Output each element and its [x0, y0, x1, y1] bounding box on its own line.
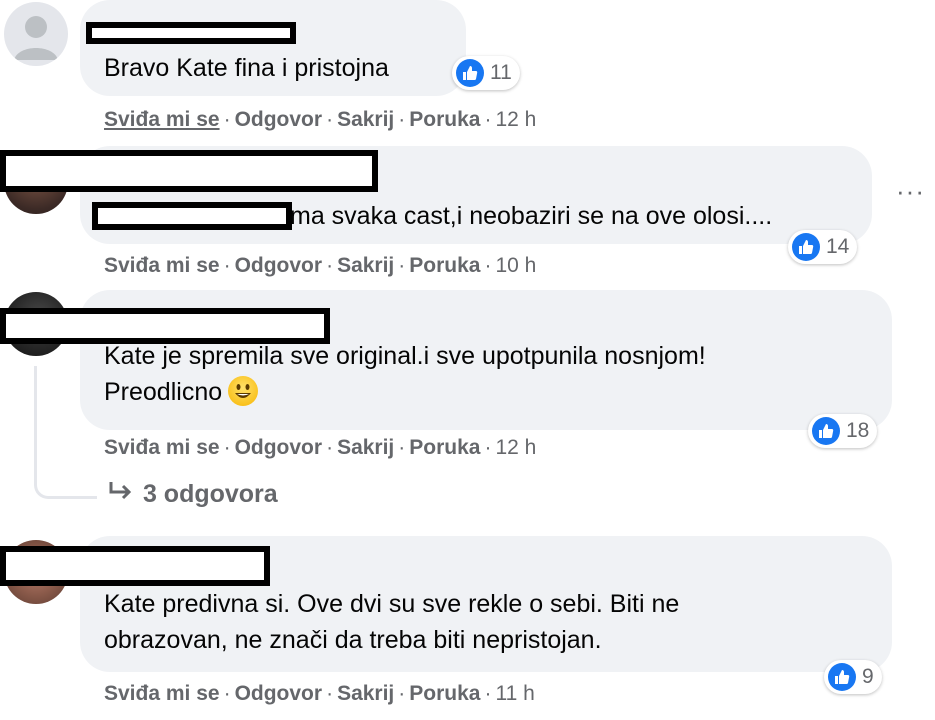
reaction-count[interactable]: 11	[452, 56, 520, 90]
like-link[interactable]: Sviđa mi se	[104, 682, 220, 705]
message-link[interactable]: Poruka	[409, 436, 480, 459]
comment-text-line-2: Preodlicno	[104, 374, 259, 410]
timestamp[interactable]: 12 h	[495, 108, 536, 131]
hide-link[interactable]: Sakrij	[337, 682, 394, 705]
comment-3: Kate je spremila sve original.i sve upot…	[0, 290, 935, 530]
comment-actions: Sviđa mi se · Odgovor · Sakrij · Poruka · 10 h	[104, 254, 537, 277]
hide-link[interactable]: Sakrij	[337, 108, 394, 131]
reaction-count[interactable]: 14	[788, 230, 858, 264]
redacted-author-name	[0, 308, 330, 344]
comment-actions: Sviđa mi se · Odgovor · Sakrij · Poruka · 12 h	[104, 108, 537, 131]
reaction-count[interactable]: 9	[824, 660, 882, 694]
view-replies-link[interactable]: 3 odgovora	[108, 480, 278, 509]
like-icon	[828, 663, 856, 691]
reaction-number: 9	[862, 665, 874, 688]
hide-link[interactable]: Sakrij	[337, 436, 394, 459]
default-avatar-icon	[14, 16, 58, 60]
redacted-author-name	[86, 22, 296, 44]
like-link[interactable]: Sviđa mi se	[104, 436, 220, 459]
grinning-emoji-icon	[228, 376, 259, 406]
message-link[interactable]: Poruka	[409, 108, 480, 131]
like-link[interactable]: Sviđa mi se	[104, 254, 220, 277]
comment-text: ma svaka cast,i neobaziri se na ove olos…	[290, 202, 773, 230]
comment-text-line-1: Kate predivna si. Ove dvi su sve rekle o…	[104, 590, 680, 618]
comment-2: ma svaka cast,i neobaziri se na ove olos…	[0, 140, 935, 290]
reaction-count[interactable]: 18	[808, 414, 878, 448]
like-icon	[456, 59, 484, 87]
timestamp[interactable]: 10 h	[495, 254, 536, 277]
comment-4: Kate predivna si. Ove dvi su sve rekle o…	[0, 536, 935, 720]
comment-text: Bravo Kate fina i pristojna	[104, 54, 389, 82]
timestamp[interactable]: 11 h	[495, 682, 534, 705]
comment-actions: Sviđa mi se · Odgovor · Sakrij · Poruka · 12 h	[104, 436, 537, 459]
reply-arrow-icon	[108, 480, 136, 509]
comment-actions: Sviđa mi se · Odgovor · Sakrij · Poruka · 11 h	[104, 682, 535, 705]
like-link[interactable]: Sviđa mi se	[104, 108, 220, 131]
hide-link[interactable]: Sakrij	[337, 254, 394, 277]
redacted-author-name	[0, 546, 270, 586]
like-icon	[812, 417, 840, 445]
comment-bubble: Bravo Kate fina i pristojna	[80, 0, 466, 96]
timestamp[interactable]: 12 h	[495, 436, 536, 459]
reaction-number: 14	[826, 235, 850, 258]
message-link[interactable]: Poruka	[409, 682, 480, 705]
redacted-author-name	[0, 150, 378, 192]
comment-text-line-2: obrazovan, ne znači da treba biti nepris…	[104, 626, 602, 654]
reaction-number: 11	[490, 61, 512, 84]
reaction-number: 18	[846, 419, 870, 442]
message-link[interactable]: Poruka	[409, 254, 480, 277]
reply-link[interactable]: Odgovor	[235, 108, 323, 131]
like-icon	[792, 233, 820, 261]
redacted-author-name-2	[92, 202, 292, 230]
reply-link[interactable]: Odgovor	[235, 254, 323, 277]
comment-1: Bravo Kate fina i pristojna 11 Sviđa mi …	[0, 0, 935, 140]
avatar[interactable]	[4, 2, 68, 66]
reply-link[interactable]: Odgovor	[235, 436, 323, 459]
more-options-icon[interactable]: ···	[896, 176, 925, 207]
reply-link[interactable]: Odgovor	[235, 682, 323, 705]
